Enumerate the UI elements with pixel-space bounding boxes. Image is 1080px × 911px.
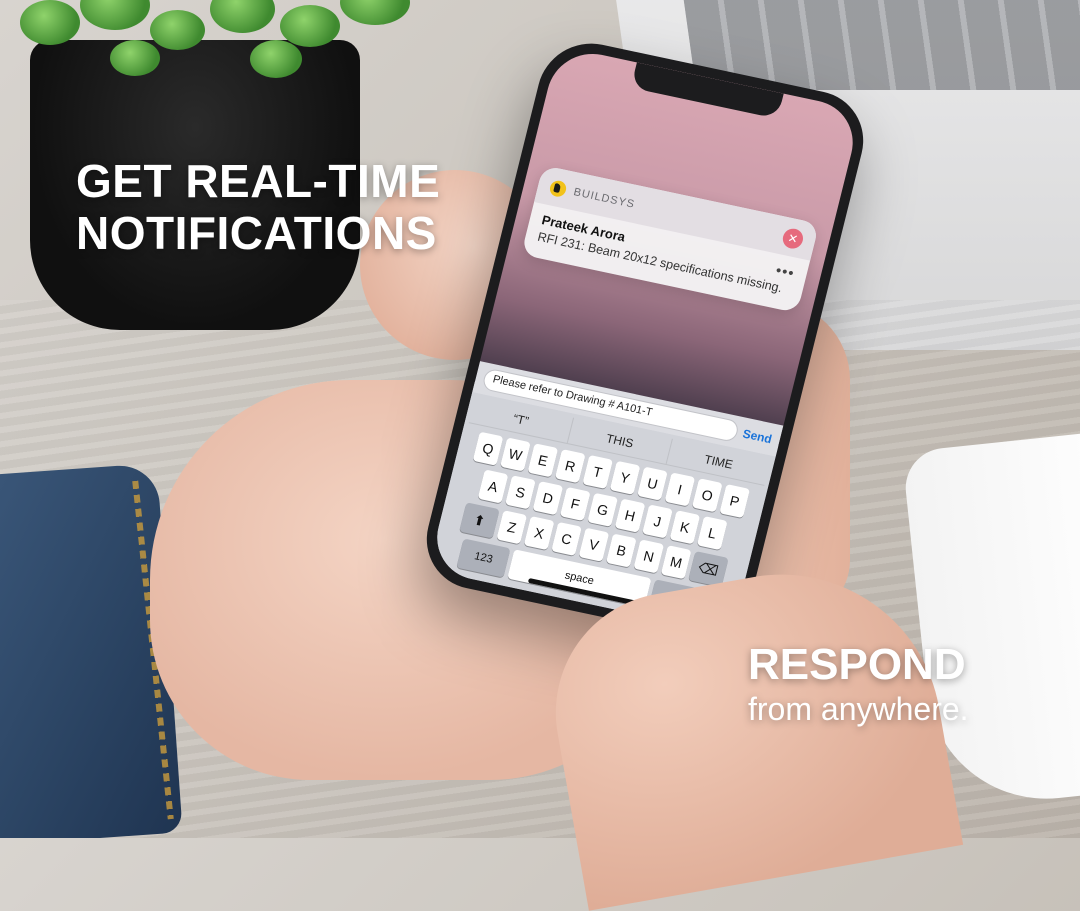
tagline: RESPOND from anywhere. [748, 640, 969, 728]
key[interactable]: E [527, 443, 559, 478]
key[interactable]: J [642, 504, 673, 539]
key[interactable]: A [477, 469, 509, 504]
more-options-icon[interactable]: ••• [774, 262, 796, 282]
key[interactable]: H [614, 498, 646, 533]
key[interactable]: D [532, 481, 564, 516]
buildsys-logo-icon [548, 179, 568, 199]
key[interactable]: O [691, 478, 723, 513]
key[interactable]: Z [496, 510, 528, 545]
send-button[interactable]: Send [741, 427, 773, 447]
key[interactable]: W [500, 437, 531, 472]
key[interactable]: N [633, 539, 665, 574]
key[interactable]: K [669, 510, 701, 545]
key[interactable]: B [605, 533, 637, 568]
key[interactable]: R [554, 449, 586, 484]
key[interactable]: X [523, 516, 555, 551]
headline-line-2: NOTIFICATIONS [76, 207, 437, 259]
key[interactable]: Q [472, 431, 504, 466]
key[interactable]: F [559, 486, 591, 522]
push-notification[interactable]: BUILDSYS ✕ ••• Prateek Arora RFI 231: Be… [521, 165, 820, 313]
headline-line-1: GET REAL-TIME [76, 155, 441, 207]
tagline-sub: from anywhere. [748, 691, 969, 727]
key[interactable]: G [587, 492, 619, 527]
tagline-main: RESPOND [748, 640, 966, 689]
close-notification-button[interactable]: ✕ [780, 226, 806, 251]
headline: GET REAL-TIME NOTIFICATIONS [76, 155, 440, 259]
key[interactable]: V [578, 527, 610, 562]
shift-key-icon[interactable]: ⬆ [459, 502, 500, 539]
key[interactable]: T [582, 454, 614, 490]
key[interactable]: P [719, 484, 751, 519]
key[interactable]: I [664, 472, 696, 507]
plant-leaves [0, 0, 440, 120]
key[interactable]: C [551, 521, 582, 556]
key[interactable]: M [660, 545, 692, 580]
key[interactable]: Y [609, 460, 641, 495]
key[interactable]: U [637, 466, 668, 501]
key[interactable]: L [696, 516, 728, 551]
key[interactable]: S [505, 475, 536, 510]
